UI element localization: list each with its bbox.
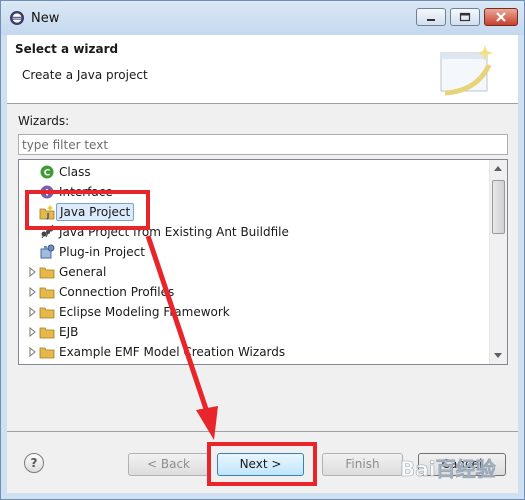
tree-item-ejb[interactable]: EJB — [19, 322, 489, 342]
tree-item-label: General — [59, 265, 107, 279]
tree-item-plugin-project[interactable]: Plug-in Project — [19, 242, 489, 262]
svg-text:C: C — [44, 169, 51, 179]
annotation-highlight-next — [207, 442, 317, 486]
baidu-watermark-logo: Bai百经验 — [400, 457, 496, 482]
wizard-header: Select a wizard Create a Java project — [7, 35, 518, 104]
folder-icon — [39, 267, 55, 279]
minimize-icon — [427, 19, 435, 21]
finish-button[interactable]: Finish — [322, 453, 403, 476]
tree-item-label: Plug-in Project — [59, 245, 145, 259]
svg-text:Bai百经验: Bai百经验 — [400, 457, 496, 481]
back-button[interactable]: < Back — [128, 453, 209, 476]
scroll-down-icon[interactable] — [494, 353, 502, 358]
new-wizard-banner-icon — [440, 45, 493, 96]
plugin-project-icon — [40, 244, 55, 259]
scroll-up-icon[interactable] — [494, 166, 502, 171]
tree-item-label: Example EMF Model Creation Wizards — [59, 345, 286, 359]
minimize-button[interactable] — [416, 8, 446, 26]
java-class-icon: C — [40, 165, 54, 179]
folder-icon — [39, 287, 55, 299]
tree-item-label: Eclipse Modeling Framework — [59, 305, 230, 319]
scrollbar-thumb[interactable] — [492, 180, 505, 234]
vertical-scrollbar[interactable] — [489, 160, 507, 364]
wizards-label: Wizards: — [18, 114, 70, 128]
help-button[interactable]: ? — [24, 453, 44, 473]
expand-arrow-icon[interactable] — [29, 347, 37, 357]
folder-icon — [39, 327, 55, 339]
filter-input[interactable] — [18, 134, 508, 155]
header-title: Select a wizard — [15, 42, 119, 56]
tree-item-label: Class — [59, 165, 91, 179]
header-description: Create a Java project — [22, 68, 148, 82]
title-bar[interactable]: New — [1, 1, 524, 35]
tree-item-example-emf[interactable]: Example EMF Model Creation Wizards — [19, 342, 489, 362]
tree-item-label: EJB — [59, 325, 79, 339]
expand-arrow-icon[interactable] — [29, 267, 37, 277]
maximize-button[interactable] — [450, 8, 480, 26]
close-button[interactable] — [484, 8, 518, 26]
close-icon — [496, 12, 506, 22]
expand-arrow-icon[interactable] — [29, 327, 37, 337]
footer-divider — [7, 431, 518, 432]
folder-icon — [39, 307, 55, 319]
maximize-icon — [459, 12, 471, 22]
tree-item-label: Connection Profiles — [59, 285, 175, 299]
tree-item-connection-profiles[interactable]: Connection Profiles — [19, 282, 489, 302]
eclipse-app-icon — [10, 11, 24, 25]
new-wizard-window: New Select a wizard Create a Java projec… — [0, 0, 525, 500]
dialog-client-area: Select a wizard Create a Java project Wi… — [7, 35, 518, 493]
expand-arrow-icon[interactable] — [29, 307, 37, 317]
folder-icon — [39, 347, 55, 359]
window-title: New — [31, 11, 60, 26]
annotation-highlight-java-project — [25, 190, 150, 230]
tree-item-general[interactable]: General — [19, 262, 489, 282]
expand-arrow-icon[interactable] — [29, 287, 37, 297]
tree-item-class[interactable]: C Class — [19, 162, 489, 182]
tree-item-eclipse-modeling-framework[interactable]: Eclipse Modeling Framework — [19, 302, 489, 322]
